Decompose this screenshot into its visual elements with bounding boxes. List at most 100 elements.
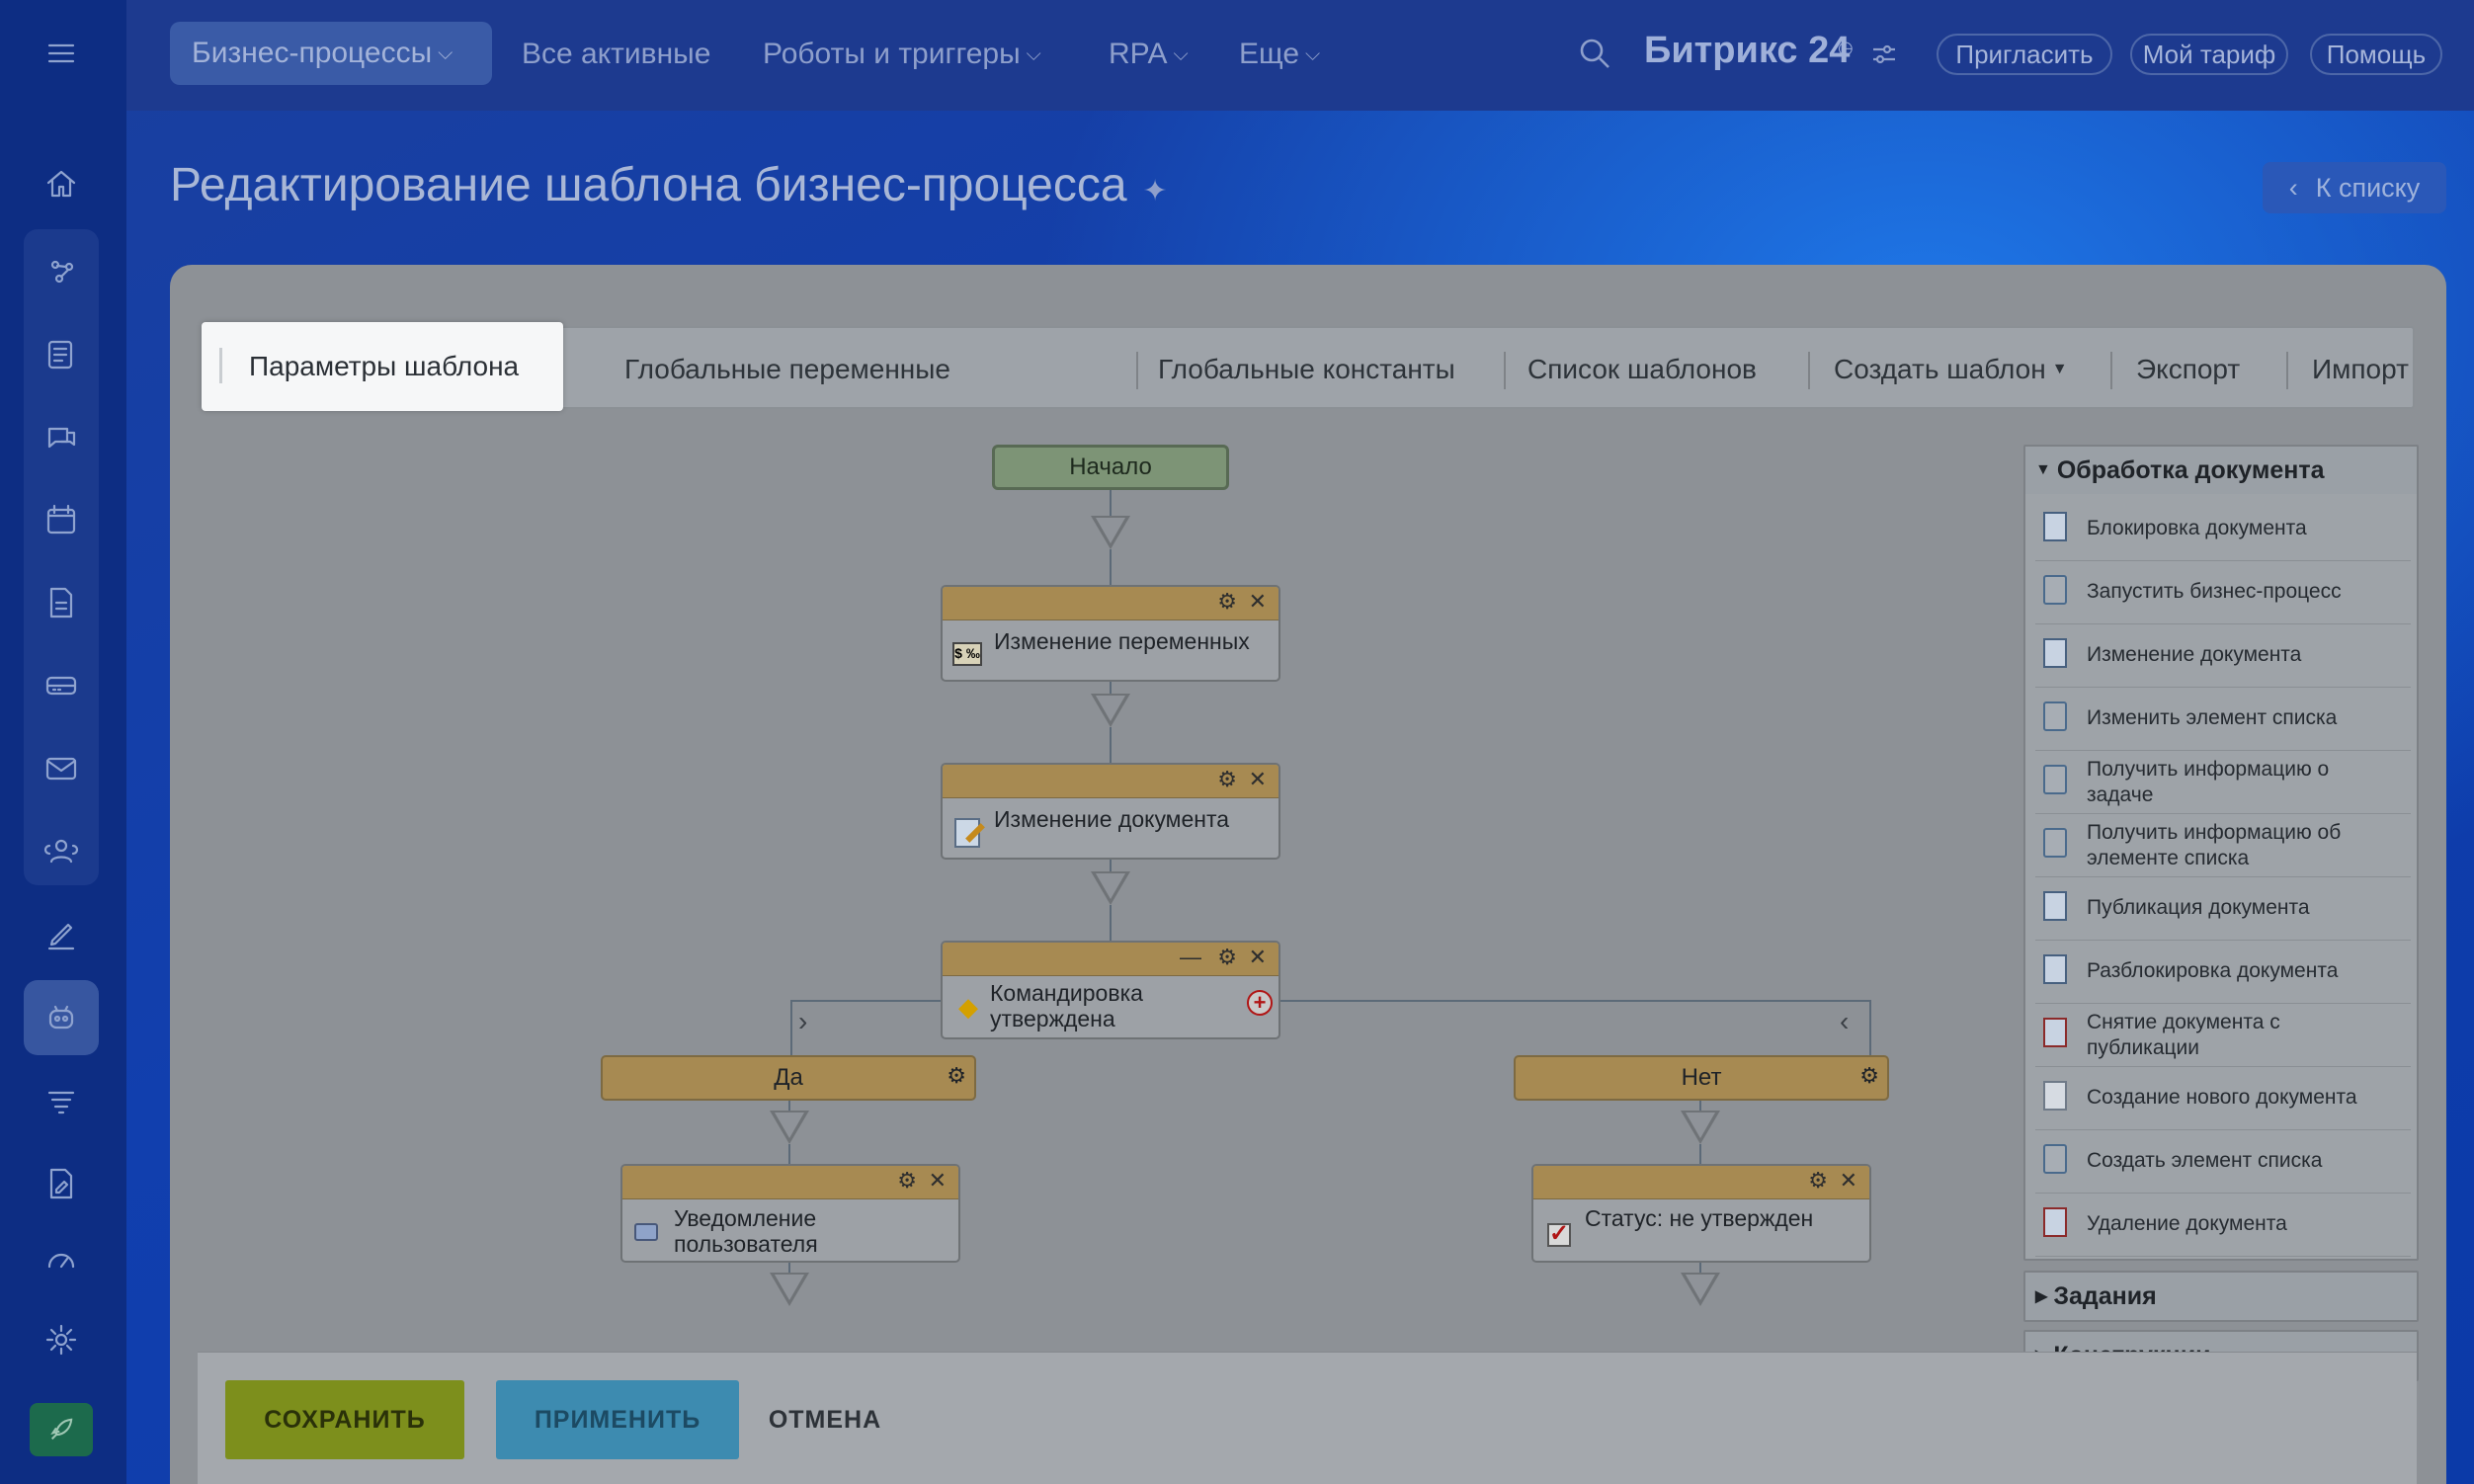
tab-import[interactable]: Импорт: [2312, 328, 2409, 411]
nav-label: RPA: [1109, 38, 1168, 70]
activity-item[interactable]: Снятие документа с публикации: [2035, 1004, 2411, 1067]
section-header[interactable]: ▼ Обработка документа: [2025, 447, 2417, 494]
activity-item[interactable]: Получить информацию о задаче: [2035, 751, 2411, 814]
drop-arrow[interactable]: [1091, 516, 1130, 549]
invite-button[interactable]: Пригласить: [1937, 34, 2112, 75]
add-branch-icon[interactable]: +: [1247, 990, 1273, 1016]
tab-template-params[interactable]: Параметры шаблона: [202, 322, 563, 411]
activity-item-label: Снятие документа с публикации: [2087, 1010, 2280, 1061]
settings-icon[interactable]: [40, 1318, 83, 1361]
drop-arrow[interactable]: [1091, 871, 1130, 905]
tariff-button[interactable]: Мой тариф: [2130, 34, 2288, 75]
mail-icon[interactable]: [40, 747, 83, 790]
tab-global-constants[interactable]: Глобальные константы: [1158, 328, 1455, 411]
drop-arrow[interactable]: [1681, 1273, 1720, 1306]
feed-icon[interactable]: [40, 332, 83, 375]
drop-arrow[interactable]: [1091, 694, 1130, 727]
close-icon[interactable]: ✕: [1249, 945, 1267, 970]
tab-create-template[interactable]: Создать шаблон ▼: [1834, 328, 2068, 411]
back-to-list-button[interactable]: ‹ К списку: [2263, 162, 2446, 213]
sliders-icon[interactable]: [1869, 40, 1899, 74]
gear-icon[interactable]: ⚙: [1217, 589, 1237, 615]
sign-icon[interactable]: [40, 913, 83, 956]
drop-arrow[interactable]: [1681, 1111, 1720, 1144]
label-line: Блокировка документа: [2087, 517, 2307, 539]
activity-item[interactable]: Создать элемент списка: [2035, 1130, 2411, 1194]
docs-icon[interactable]: [40, 581, 83, 624]
activity-notify-user[interactable]: ⚙ ✕ Уведомление пользователя: [620, 1164, 960, 1263]
activity-item[interactable]: Разблокировка документа: [2035, 941, 2411, 1004]
save-button[interactable]: СОХРАНИТЬ: [225, 1380, 464, 1459]
activity-item-label: Изменить элемент списка: [2087, 705, 2337, 731]
tab-divider: [2110, 352, 2112, 389]
nav-all-active[interactable]: Все активные: [522, 32, 710, 77]
tab-export[interactable]: Экспорт: [2136, 328, 2240, 411]
chevron-right-icon[interactable]: ›: [798, 1006, 807, 1037]
gear-icon[interactable]: ⚙: [897, 1168, 917, 1194]
search-icon[interactable]: [1577, 36, 1612, 76]
label-line: Создание нового документа: [2087, 1086, 2357, 1109]
activity-item[interactable]: Создание нового документа: [2035, 1067, 2411, 1130]
activity-change-document[interactable]: ⚙ ✕ Изменение документа: [941, 763, 1280, 860]
nav-robots-triggers[interactable]: Роботы и триггеры ⌵: [763, 32, 1041, 77]
activity-status-rejected[interactable]: ⚙ ✕ ✓ Статус: не утвержден: [1531, 1164, 1871, 1263]
filter-icon[interactable]: [40, 1079, 83, 1122]
publish-doc-icon: [2043, 891, 2067, 921]
tab-template-list[interactable]: Список шаблонов: [1527, 328, 1757, 411]
activity-item-label: Получить информацию об элементе списка: [2087, 820, 2341, 871]
chat-icon[interactable]: [40, 415, 83, 458]
close-icon[interactable]: ✕: [1249, 589, 1267, 615]
nav-rpa[interactable]: RPA ⌵: [1109, 32, 1189, 77]
tab-global-variables[interactable]: Глобальные переменные: [624, 328, 950, 411]
activity-label: Командировка утверждена: [990, 980, 1143, 1031]
gear-icon[interactable]: ⚙: [1859, 1063, 1879, 1089]
employees-icon[interactable]: [40, 830, 83, 873]
start-node[interactable]: Начало: [992, 445, 1229, 490]
drop-arrow[interactable]: [770, 1111, 809, 1144]
label-line: Изменить элемент списка: [2087, 706, 2338, 729]
minimize-icon[interactable]: —: [1180, 945, 1201, 970]
section-tasks[interactable]: ▶ Задания: [2023, 1271, 2419, 1322]
activity-item[interactable]: Изменение документа: [2035, 624, 2411, 688]
calendar-icon[interactable]: [40, 498, 83, 541]
rocket-button[interactable]: [30, 1403, 93, 1456]
help-button[interactable]: Помощь: [2310, 34, 2442, 75]
home-icon[interactable]: [40, 162, 83, 206]
activity-item[interactable]: Публикация документа: [2035, 877, 2411, 941]
label-line: пользователя: [674, 1231, 818, 1257]
pin-icon[interactable]: ✦: [1143, 175, 1168, 207]
gear-icon[interactable]: ⚙: [1217, 767, 1237, 792]
activity-condition[interactable]: — ⚙ ✕ ◆ Командировка утверждена +: [941, 941, 1280, 1039]
chevron-down-icon: ⌵: [1305, 42, 1321, 65]
activity-item[interactable]: Изменить элемент списка: [2035, 688, 2411, 751]
activity-item[interactable]: Удаление документа: [2035, 1194, 2411, 1257]
branch-label: Нет: [1681, 1064, 1722, 1091]
branch-yes[interactable]: Да ⚙: [601, 1055, 976, 1101]
activity-item[interactable]: Блокировка документа: [2035, 498, 2411, 561]
speedometer-icon[interactable]: [40, 1237, 83, 1280]
gear-icon[interactable]: ⚙: [1808, 1168, 1828, 1194]
gear-icon[interactable]: ⚙: [947, 1063, 966, 1089]
nav-more[interactable]: Еще ⌵: [1239, 32, 1320, 77]
drop-arrow[interactable]: [770, 1273, 809, 1306]
nav-business-processes[interactable]: Бизнес-процессы ⌵: [170, 22, 492, 85]
close-icon[interactable]: ✕: [929, 1168, 947, 1194]
drive-icon[interactable]: [40, 664, 83, 707]
apply-button[interactable]: ПРИМЕНИТЬ: [496, 1380, 739, 1459]
menu-icon[interactable]: [40, 32, 83, 75]
cancel-button[interactable]: ОТМЕНА: [761, 1380, 889, 1459]
chevron-left-icon[interactable]: ‹: [1840, 1006, 1849, 1037]
close-icon[interactable]: ✕: [1840, 1168, 1857, 1194]
close-icon[interactable]: ✕: [1249, 767, 1267, 792]
activity-item[interactable]: Получить информацию об элементе списка: [2035, 814, 2411, 877]
gear-icon[interactable]: ⚙: [1217, 945, 1237, 970]
activity-item-label: Удаление документа: [2087, 1211, 2287, 1237]
activity-item-label: Запустить бизнес-процесс: [2087, 579, 2342, 605]
unpublish-doc-icon: [2043, 1018, 2067, 1047]
branch-no[interactable]: Нет ⚙: [1514, 1055, 1889, 1101]
activity-change-variables[interactable]: ⚙ ✕ $ ‰ Изменение переменных: [941, 585, 1280, 682]
crm-icon[interactable]: [40, 249, 83, 292]
robot-icon[interactable]: [40, 996, 83, 1039]
edit-doc-icon[interactable]: [40, 1162, 83, 1205]
activity-item[interactable]: Запустить бизнес-процесс: [2035, 561, 2411, 624]
